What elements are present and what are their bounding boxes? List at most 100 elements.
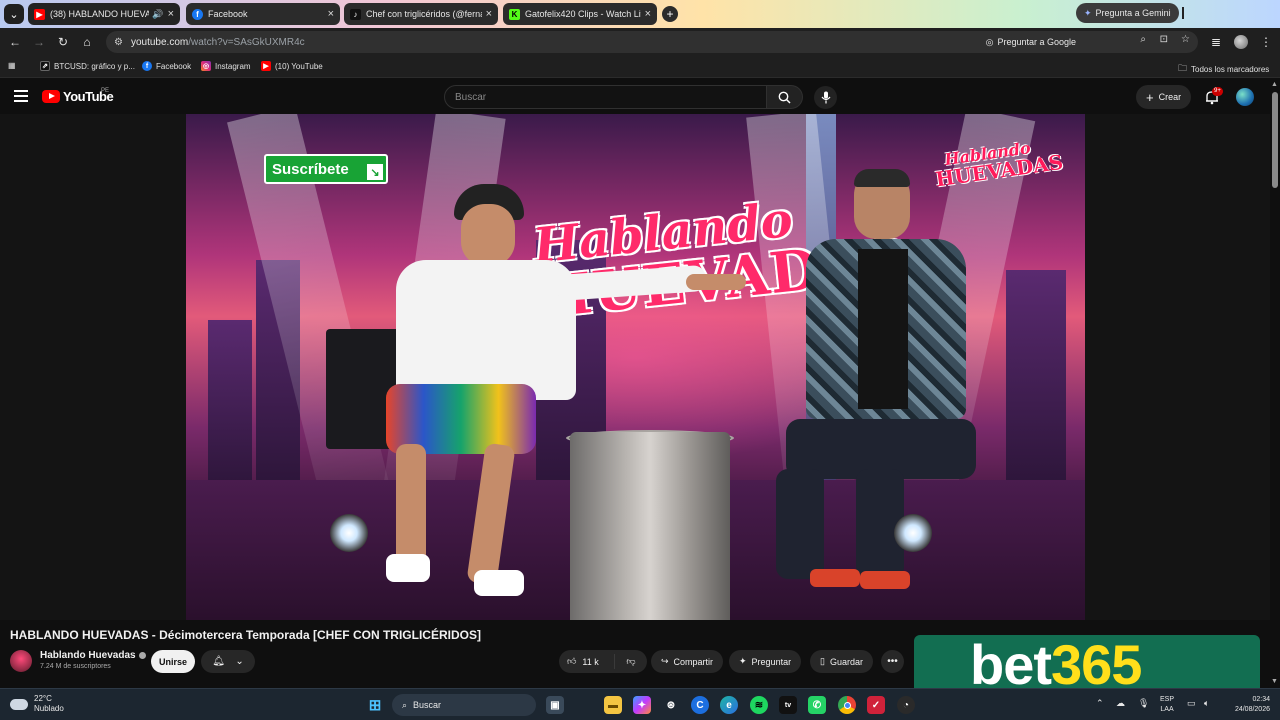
verified-check-icon — [138, 652, 146, 659]
windows-start-icon[interactable]: ⊞ — [366, 696, 384, 714]
home-icon[interactable]: ⌂ — [79, 34, 95, 50]
volume-icon[interactable]: 🔈︎ — [1204, 698, 1209, 709]
bookmark-youtube[interactable]: ▶ (10) YouTube — [261, 61, 323, 71]
dislike-button[interactable]: 👎︎ — [615, 656, 647, 667]
tab-title: Chef con triglicéridos (@fernan — [366, 9, 482, 19]
subscriber-count: 7.24 M de suscriptores — [40, 663, 111, 670]
account-avatar[interactable] — [1236, 88, 1254, 106]
tiktok-icon: ♪ — [350, 8, 361, 20]
whatsapp-icon[interactable]: ✆ — [808, 696, 826, 714]
bookmark-btcusd[interactable]: ⇗ BTCUSD: gráfico y p... — [40, 61, 135, 71]
search-icon: ⌕ — [402, 699, 408, 710]
notification-count-badge: 9+ — [1212, 87, 1223, 96]
windows-taskbar: 22°C Nublado ⊞ ⌕ Buscar ▣ ▬ ✦ ⊛ C e ≋ tv… — [0, 688, 1280, 720]
more-actions-icon[interactable]: ••• — [881, 650, 904, 673]
weather-widget[interactable]: 22°C Nublado — [10, 694, 64, 714]
close-tab-icon[interactable]: × — [168, 8, 174, 20]
menu-hamburger-icon[interactable] — [14, 90, 28, 102]
ask-button[interactable]: ✦ Preguntar — [729, 650, 802, 673]
chatgpt-icon[interactable]: ⊛ — [662, 696, 680, 714]
instagram-icon: ◎ — [201, 61, 211, 71]
address-bar[interactable]: ⚙ youtube.com/watch?v=SAsGkUXMR4c ◎ Preg… — [106, 31, 1198, 53]
network-icon[interactable]: ▭ — [1187, 698, 1196, 709]
bookmark-instagram[interactable]: ◎ Instagram — [201, 61, 251, 71]
spotify-icon[interactable]: ≋ — [750, 696, 768, 714]
url-path: /watch?v=SAsGkUXMR4c — [188, 36, 305, 48]
reading-list-icon[interactable]: ≣ — [1208, 34, 1224, 50]
file-explorer-icon[interactable]: ▬ — [604, 696, 622, 714]
tradingview-icon: ⇗ — [40, 61, 50, 71]
youtube-icon: ▶ — [261, 61, 271, 71]
bet365-ad-banner[interactable]: bet365 — [914, 635, 1260, 688]
all-bookmarks-folder[interactable]: 🗀 Todos los marcadores — [1178, 61, 1269, 77]
skyline-building — [1006, 270, 1066, 500]
video-title: HABLANDO HUEVADAS - Décimotercera Tempor… — [10, 628, 481, 642]
copilot-icon[interactable]: ✦ — [633, 696, 651, 714]
close-tab-icon[interactable]: × — [328, 8, 334, 20]
scroll-down-arrow-icon[interactable]: ▼ — [1271, 678, 1278, 685]
microphone-tray-icon[interactable]: 🎙︎ — [1138, 698, 1149, 709]
window-divider — [1182, 7, 1184, 19]
search-placeholder: Buscar — [455, 91, 487, 103]
app-red-icon[interactable]: ✓ — [867, 696, 885, 714]
video-player[interactable]: Hablando HUEVADAS Hablando HUEVADAS Susc… — [186, 114, 1085, 620]
new-tab-plus-icon[interactable]: + — [662, 6, 678, 22]
channel-avatar[interactable] — [10, 650, 32, 672]
share-button[interactable]: ↪ Compartir — [651, 650, 724, 673]
voice-search-button[interactable] — [814, 86, 837, 109]
scrollbar-thumb[interactable] — [1272, 92, 1278, 188]
chrome-browser-icon[interactable] — [838, 696, 856, 714]
close-tab-icon[interactable]: × — [486, 8, 492, 20]
folder-icon: 🗀 — [1178, 63, 1188, 73]
tab-youtube[interactable]: ▶ (38) HABLANDO HUEVADAS 🔊 × — [28, 3, 180, 25]
system-clock[interactable]: 02:34 24/08/2026 — [1224, 695, 1270, 715]
speaker-icon[interactable]: 🔊 — [152, 9, 163, 20]
tab-facebook[interactable]: f Facebook × — [186, 3, 340, 25]
sparkle-icon: ✦ — [739, 656, 747, 666]
chrome-menu-icon[interactable]: ⋮ — [1258, 34, 1274, 50]
ask-gemini-button[interactable]: ✦ Pregunta a Gemini — [1076, 3, 1179, 23]
zoom-icon[interactable]: ⌕ — [1140, 34, 1146, 45]
app-dark-circle-icon[interactable]: ◔ — [897, 696, 915, 714]
bell-icon: 🔔︎ — [212, 656, 225, 667]
tab-title: Gatofelix420 Clips - Watch Live — [525, 9, 641, 19]
close-tab-icon[interactable]: × — [645, 8, 651, 20]
onedrive-cloud-icon[interactable]: ☁ — [1116, 698, 1125, 709]
create-button[interactable]: + Crear — [1136, 85, 1192, 109]
search-button[interactable] — [767, 85, 803, 109]
tray-overflow-chevron-icon[interactable]: ⌃ — [1096, 698, 1104, 709]
tab-search-chevron-icon[interactable]: ⌄ — [4, 4, 24, 24]
reload-icon[interactable]: ↻ — [55, 34, 71, 50]
scroll-up-arrow-icon[interactable]: ▲ — [1271, 81, 1278, 88]
bookmark-facebook[interactable]: f Facebook — [142, 61, 191, 71]
bookmark-star-icon[interactable]: ☆ — [1181, 34, 1190, 45]
weather-condition: Nublado — [34, 704, 64, 713]
app-blue-c-icon[interactable]: C — [691, 696, 709, 714]
tab-kick[interactable]: K Gatofelix420 Clips - Watch Live × — [503, 3, 657, 25]
ask-google-button[interactable]: ◎ Preguntar a Google — [986, 33, 1076, 51]
channel-name[interactable]: Hablando Huevadas — [40, 650, 146, 661]
install-app-icon[interactable]: ⊡ — [1160, 34, 1168, 45]
apps-grid-icon[interactable]: ▦ — [8, 61, 16, 70]
edge-browser-icon[interactable]: e — [720, 696, 738, 714]
join-button[interactable]: Unirse — [151, 650, 195, 673]
notification-settings-button[interactable]: 🔔︎ ⌄ — [201, 650, 255, 673]
site-info-icon[interactable]: ⚙ — [114, 37, 123, 48]
browser-tab-strip: ⌄ ▶ (38) HABLANDO HUEVADAS 🔊 × f Faceboo… — [0, 0, 1280, 28]
like-button[interactable]: 👍︎ 11 k — [559, 654, 615, 669]
chevron-down-icon: ⌄ — [235, 656, 244, 667]
profile-avatar[interactable] — [1234, 35, 1248, 49]
back-arrow-icon[interactable]: ← — [7, 34, 23, 50]
weather-temperature: 22°C — [34, 694, 52, 703]
input-language[interactable]: ESP LAA — [1160, 695, 1174, 715]
forward-arrow-icon[interactable]: → — [31, 34, 47, 50]
apple-tv-icon[interactable]: tv — [779, 696, 797, 714]
taskbar-search[interactable]: ⌕ Buscar — [392, 694, 536, 716]
tab-tiktok[interactable]: ♪ Chef con triglicéridos (@fernan × — [344, 3, 498, 25]
url-host: youtube.com — [130, 36, 189, 48]
search-input[interactable]: Buscar — [444, 85, 767, 109]
task-view-icon[interactable]: ▣ — [546, 696, 564, 714]
bookmark-icon: ▯ — [820, 656, 825, 666]
country-code: PE — [101, 88, 110, 94]
save-button[interactable]: ▯ Guardar — [810, 650, 873, 673]
